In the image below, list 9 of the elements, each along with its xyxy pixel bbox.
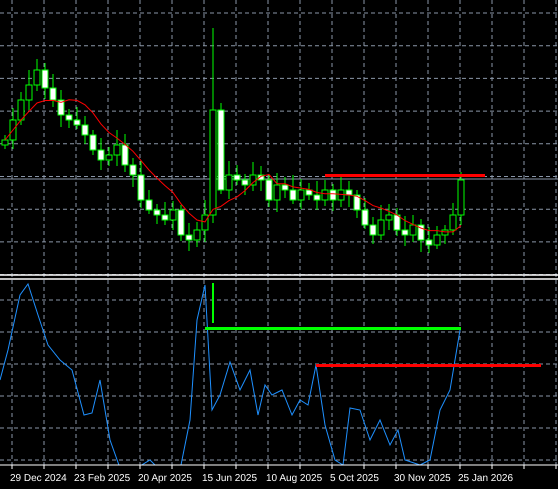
axis-label: 5 Oct 2025 [330, 473, 379, 484]
axis-label: 25 Jan 2026 [458, 473, 514, 484]
axis-label: 20 Apr 2025 [138, 473, 192, 484]
axis-label: 10 Aug 2025 [266, 473, 322, 484]
axis-label: 15 Jun 2025 [202, 473, 258, 484]
axis-label: 23 Feb 2025 [74, 473, 130, 484]
axis-label: 30 Nov 2025 [394, 473, 451, 484]
axis-label: 29 Dec 2024 [10, 473, 67, 484]
level-line [212, 283, 214, 323]
